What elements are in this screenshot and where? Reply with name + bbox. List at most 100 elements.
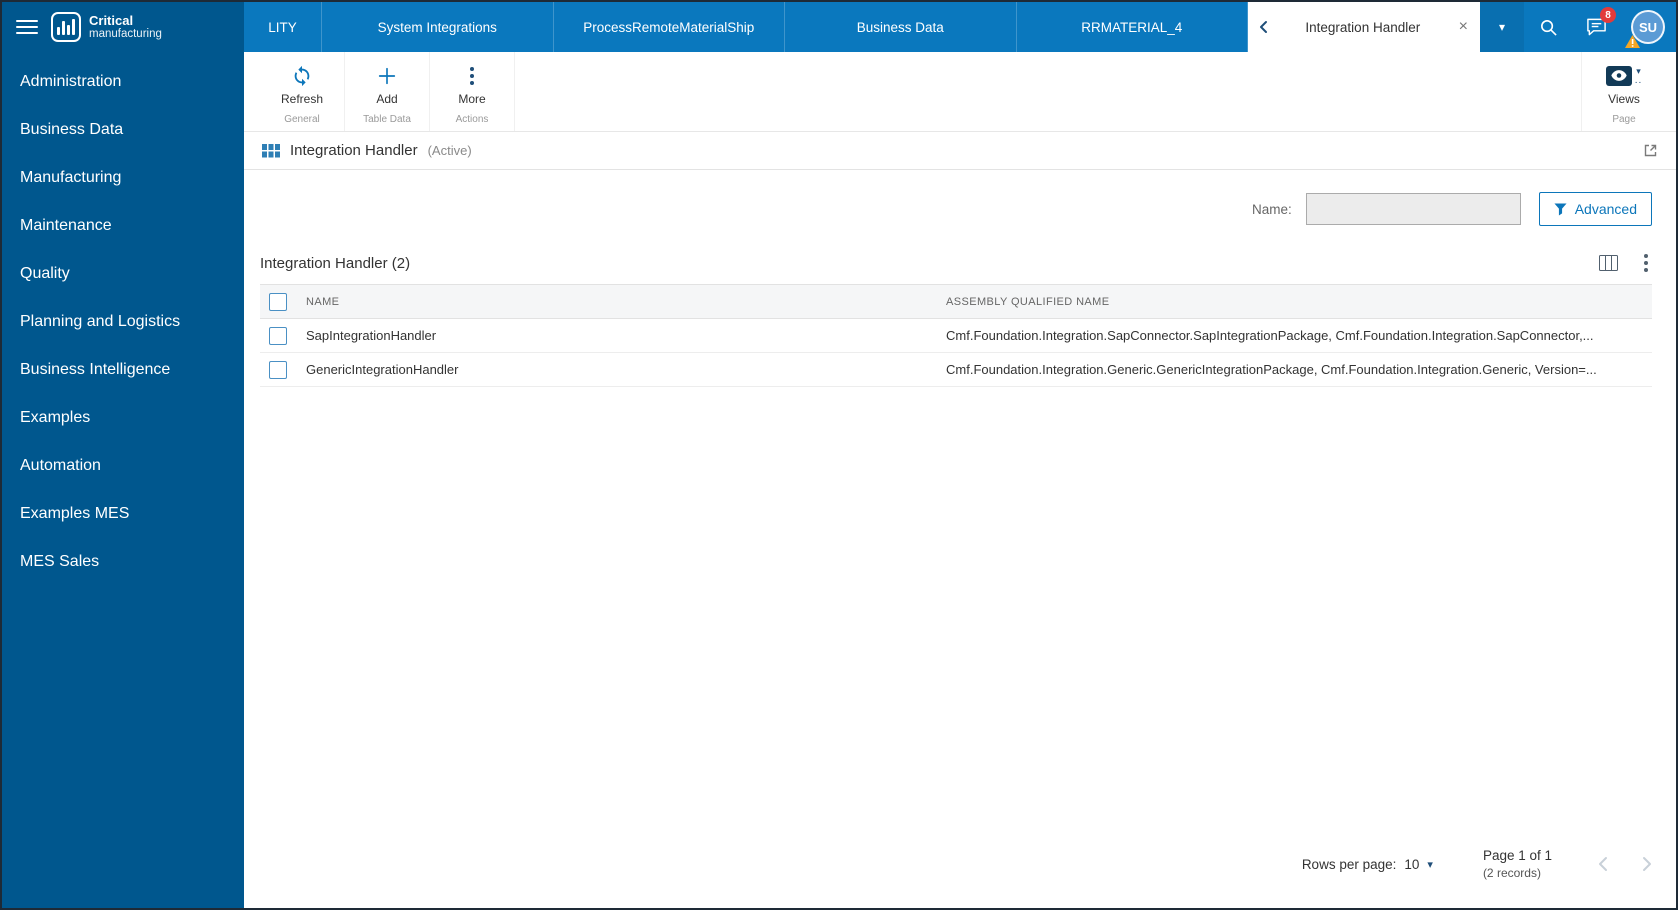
toolbar: Refresh General Add Table Data <box>244 52 1676 132</box>
app-logo: Critical manufacturing <box>51 12 162 42</box>
sidebar-item-examples-mes[interactable]: Examples MES <box>2 490 244 538</box>
views-button[interactable]: ▾ .. Views <box>1586 56 1662 114</box>
messages-button[interactable]: 8 <box>1572 2 1620 52</box>
page-body: Name: Advanced Integration Handler (2) <box>244 170 1676 908</box>
toolbar-group-table-data: Add Table Data <box>345 52 430 131</box>
rows-per-page-value: 10 <box>1404 857 1419 872</box>
name-filter-input[interactable] <box>1306 193 1521 225</box>
menu-toggle-icon[interactable] <box>16 20 38 34</box>
refresh-button[interactable]: Refresh <box>264 56 340 114</box>
cell-assembly: Cmf.Foundation.Integration.SapConnector.… <box>946 319 1652 353</box>
tab-close-icon[interactable]: × <box>1457 19 1470 35</box>
status-badge: (Active) <box>428 143 472 158</box>
table-row[interactable]: SapIntegrationHandler Cmf.Foundation.Int… <box>260 319 1652 353</box>
notification-badge: 8 <box>1600 7 1616 23</box>
toolbar-spacer <box>515 52 1581 131</box>
main-column: LITY System Integrations ProcessRemoteMa… <box>244 2 1676 908</box>
refresh-icon <box>291 65 313 87</box>
entity-grid-icon <box>262 144 280 158</box>
tab-overflow-dropdown-icon[interactable]: ▾ <box>1480 2 1524 52</box>
sidebar-item-planning-and-logistics[interactable]: Planning and Logistics <box>2 298 244 346</box>
more-label: More <box>458 92 485 106</box>
integration-handler-table: NAME ASSEMBLY QUALIFIED NAME SapIntegrat… <box>260 284 1652 387</box>
columns-icon[interactable] <box>1599 255 1618 271</box>
tab-label: LITY <box>268 20 297 35</box>
sidebar: Critical manufacturing Administration Bu… <box>2 2 244 908</box>
page-header: Integration Handler (Active) <box>244 132 1676 170</box>
sidebar-item-manufacturing[interactable]: Manufacturing <box>2 154 244 202</box>
sidebar-item-automation[interactable]: Automation <box>2 442 244 490</box>
sidebar-item-mes-sales[interactable]: MES Sales <box>2 538 244 586</box>
page-info: Page 1 of 1 (2 records) <box>1483 848 1552 880</box>
column-header-assembly: ASSEMBLY QUALIFIED NAME <box>946 285 1652 319</box>
pagination: Rows per page: 10 ▾ Page 1 of 1 (2 recor… <box>1302 848 1652 880</box>
advanced-filter-button[interactable]: Advanced <box>1539 192 1652 226</box>
sidebar-item-quality[interactable]: Quality <box>2 250 244 298</box>
user-menu-button[interactable]: SU <box>1620 2 1676 52</box>
rows-per-page-select[interactable]: Rows per page: 10 ▾ <box>1302 857 1433 872</box>
app-window: Critical manufacturing Administration Bu… <box>0 0 1678 910</box>
cell-name: GenericIntegrationHandler <box>306 353 946 387</box>
sidebar-item-maintenance[interactable]: Maintenance <box>2 202 244 250</box>
table-row[interactable]: GenericIntegrationHandler Cmf.Foundation… <box>260 353 1652 387</box>
sidebar-item-administration[interactable]: Administration <box>2 58 244 106</box>
filter-funnel-icon <box>1554 203 1567 216</box>
popout-icon[interactable] <box>1643 143 1658 158</box>
sidebar-nav: Administration Business Data Manufacturi… <box>2 58 244 586</box>
table-header-row: NAME ASSEMBLY QUALIFIED NAME <box>260 285 1652 319</box>
sidebar-item-business-data[interactable]: Business Data <box>2 106 244 154</box>
tab-processremotematerialship[interactable]: ProcessRemoteMaterialShip <box>554 2 786 52</box>
table-tools <box>1599 254 1652 272</box>
column-header-name: NAME <box>306 285 946 319</box>
toolbar-group-label-table-data: Table Data <box>345 114 429 131</box>
page-count-label: Page 1 of 1 <box>1483 848 1552 863</box>
logo-subtitle: manufacturing <box>89 28 162 40</box>
add-button[interactable]: Add <box>349 56 425 114</box>
row-checkbox[interactable] <box>269 327 287 345</box>
select-all-checkbox[interactable] <box>269 293 287 311</box>
records-count-label: (2 records) <box>1483 866 1552 880</box>
more-icon <box>470 65 474 87</box>
cell-assembly: Cmf.Foundation.Integration.Generic.Gener… <box>946 353 1652 387</box>
views-dots-icon: .. <box>1635 76 1643 85</box>
tab-bar: LITY System Integrations ProcessRemoteMa… <box>244 2 1676 52</box>
toolbar-group-general: Refresh General <box>260 52 345 131</box>
tab-label: Business Data <box>857 20 944 35</box>
add-label: Add <box>376 92 397 106</box>
next-page-button[interactable] <box>1642 856 1652 872</box>
prev-page-button[interactable] <box>1598 856 1608 872</box>
tab-rrmaterial-4[interactable]: RRMATERIAL_4 <box>1017 2 1249 52</box>
logo-icon <box>51 12 81 42</box>
rows-per-page-caret-icon: ▾ <box>1427 858 1433 871</box>
views-label: Views <box>1608 92 1640 106</box>
search-icon <box>1539 18 1558 37</box>
sidebar-item-examples[interactable]: Examples <box>2 394 244 442</box>
table-more-icon[interactable] <box>1644 254 1648 272</box>
tab-integration-handler-active[interactable]: Integration Handler × <box>1248 2 1480 52</box>
toolbar-group-page: ▾ .. Views Page <box>1581 52 1676 131</box>
table-header-bar: Integration Handler (2) <box>260 254 1652 272</box>
row-checkbox[interactable] <box>269 361 287 379</box>
tab-label: ProcessRemoteMaterialShip <box>583 20 754 35</box>
views-eye-icon: ▾ .. <box>1606 65 1643 87</box>
rows-per-page-label: Rows per page: <box>1302 857 1397 872</box>
advanced-filter-label: Advanced <box>1575 201 1637 217</box>
search-button[interactable] <box>1524 2 1572 52</box>
refresh-label: Refresh <box>281 92 323 106</box>
page-title: Integration Handler <box>290 142 418 159</box>
sidebar-header: Critical manufacturing <box>2 2 244 52</box>
tab-label: System Integrations <box>378 20 497 35</box>
table-title: Integration Handler (2) <box>260 255 410 272</box>
logo-title: Critical <box>89 14 162 28</box>
tab-system-integrations[interactable]: System Integrations <box>322 2 554 52</box>
tab-business-data[interactable]: Business Data <box>785 2 1017 52</box>
more-button[interactable]: More <box>434 56 510 114</box>
toolbar-group-label-page: Page <box>1582 114 1666 131</box>
tab-lity[interactable]: LITY <box>244 2 322 52</box>
sidebar-item-business-intelligence[interactable]: Business Intelligence <box>2 346 244 394</box>
add-icon <box>376 65 398 87</box>
filter-row: Name: Advanced <box>260 192 1652 226</box>
tab-back-icon[interactable] <box>1258 20 1269 34</box>
toolbar-group-actions: More Actions <box>430 52 515 131</box>
tab-label: RRMATERIAL_4 <box>1081 20 1182 35</box>
